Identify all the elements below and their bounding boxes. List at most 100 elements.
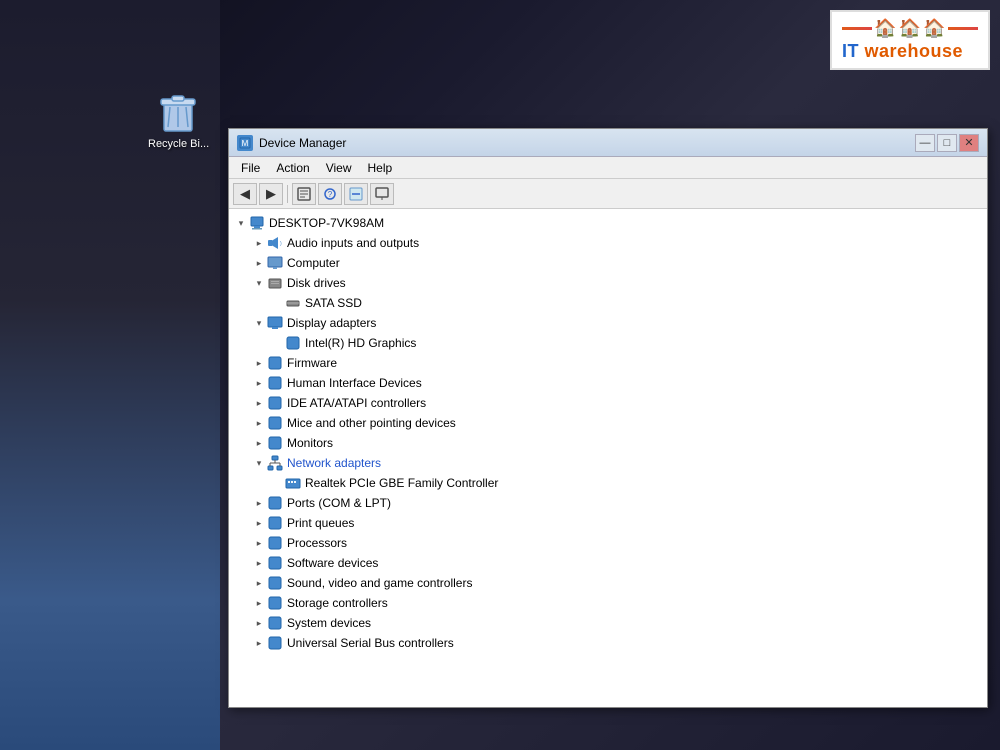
- tree-item-monitors[interactable]: ▸ Monitors: [229, 433, 987, 453]
- svg-text:M: M: [242, 139, 249, 148]
- item-icon-sata: [285, 295, 301, 311]
- tree-item-intel[interactable]: Intel(R) HD Graphics: [229, 333, 987, 353]
- tree-item-sata[interactable]: SATA SSD: [229, 293, 987, 313]
- expand-btn-software[interactable]: ▸: [251, 555, 267, 571]
- recycle-bin[interactable]: Recycle Bi...: [148, 90, 209, 150]
- expand-btn-computer[interactable]: ▸: [251, 255, 267, 271]
- toolbar: ◀ ▶ ?: [229, 179, 987, 209]
- expand-btn-root[interactable]: ▾: [233, 215, 249, 231]
- item-label-usb: Universal Serial Bus controllers: [287, 636, 454, 650]
- expand-btn-audio[interactable]: ▸: [251, 235, 267, 251]
- logo-warehouse: warehouse: [865, 41, 964, 61]
- logo-box: 🏠 🏠 🏠 IT warehouse: [830, 10, 990, 70]
- item-label-software: Software devices: [287, 556, 378, 570]
- item-label-hid: Human Interface Devices: [287, 376, 422, 390]
- monitor-button[interactable]: [370, 183, 394, 205]
- close-button[interactable]: ✕: [959, 134, 979, 152]
- maximize-button[interactable]: □: [937, 134, 957, 152]
- expand-btn-display[interactable]: ▾: [251, 315, 267, 331]
- scan-button[interactable]: [344, 183, 368, 205]
- tree-item-disk[interactable]: ▾ Disk drives: [229, 273, 987, 293]
- item-label-root: DESKTOP-7VK98AM: [269, 216, 384, 230]
- item-label-storage: Storage controllers: [287, 596, 388, 610]
- forward-button[interactable]: ▶: [259, 183, 283, 205]
- item-label-system: System devices: [287, 616, 371, 630]
- expand-btn-print[interactable]: ▸: [251, 515, 267, 531]
- tree-item-sound[interactable]: ▸Sound, video and game controllers: [229, 573, 987, 593]
- update-button[interactable]: ?: [318, 183, 342, 205]
- item-icon-network: [267, 455, 283, 471]
- expand-btn-sound[interactable]: ▸: [251, 575, 267, 591]
- expand-btn-network[interactable]: ▾: [251, 455, 267, 471]
- properties-button[interactable]: [292, 183, 316, 205]
- tree-item-storage[interactable]: ▸ Storage controllers: [229, 593, 987, 613]
- window-title: Device Manager: [259, 136, 915, 150]
- item-label-print: Print queues: [287, 516, 354, 530]
- logo-line-left: [842, 27, 872, 30]
- expand-btn-ide[interactable]: ▸: [251, 395, 267, 411]
- item-label-mice: Mice and other pointing devices: [287, 416, 456, 430]
- expand-btn-firmware[interactable]: ▸: [251, 355, 267, 371]
- item-icon-realtek: [285, 475, 301, 491]
- item-label-display: Display adapters: [287, 316, 376, 330]
- tree-item-firmware[interactable]: ▸Firmware: [229, 353, 987, 373]
- back-button[interactable]: ◀: [233, 183, 257, 205]
- logo-it: IT: [842, 41, 865, 61]
- item-icon-storage: [267, 595, 283, 611]
- item-icon-software: [267, 555, 283, 571]
- tree-item-realtek[interactable]: Realtek PCIe GBE Family Controller: [229, 473, 987, 493]
- tree-item-print[interactable]: ▸ Print queues: [229, 513, 987, 533]
- tree-item-network[interactable]: ▾Network adapters: [229, 453, 987, 473]
- expand-btn-ports[interactable]: ▸: [251, 495, 267, 511]
- tree-item-system[interactable]: ▸ System devices: [229, 613, 987, 633]
- expand-btn-realtek[interactable]: [269, 475, 285, 491]
- tree-item-ide[interactable]: ▸ IDE ATA/ATAPI controllers: [229, 393, 987, 413]
- item-label-ports: Ports (COM & LPT): [287, 496, 391, 510]
- item-label-processors: Processors: [287, 536, 347, 550]
- content-area: ▾ DESKTOP-7VK98AM ▸)Audio inputs and outpu…: [229, 209, 987, 707]
- item-icon-disk: [267, 275, 283, 291]
- expand-btn-storage[interactable]: ▸: [251, 595, 267, 611]
- item-label-ide: IDE ATA/ATAPI controllers: [287, 396, 426, 410]
- item-label-monitors: Monitors: [287, 436, 333, 450]
- expand-btn-mice[interactable]: ▸: [251, 415, 267, 431]
- tree-item-computer[interactable]: ▸Computer: [229, 253, 987, 273]
- expand-btn-hid[interactable]: ▸: [251, 375, 267, 391]
- tree-item-display[interactable]: ▾ Display adapters: [229, 313, 987, 333]
- expand-btn-intel[interactable]: [269, 335, 285, 351]
- tree-item-usb[interactable]: ▸ Universal Serial Bus controllers: [229, 633, 987, 653]
- expand-btn-system[interactable]: ▸: [251, 615, 267, 631]
- item-label-realtek: Realtek PCIe GBE Family Controller: [305, 476, 498, 490]
- item-icon-monitors: [267, 435, 283, 451]
- tree-item-software[interactable]: ▸ Software devices: [229, 553, 987, 573]
- device-tree[interactable]: ▾ DESKTOP-7VK98AM ▸)Audio inputs and outpu…: [229, 209, 987, 707]
- tree-item-root[interactable]: ▾ DESKTOP-7VK98AM: [229, 213, 987, 233]
- title-bar: M Device Manager — □ ✕: [229, 129, 987, 157]
- logo-text: IT warehouse: [842, 41, 978, 62]
- item-icon-processors: [267, 535, 283, 551]
- expand-btn-monitors[interactable]: ▸: [251, 435, 267, 451]
- expand-btn-sata[interactable]: [269, 295, 285, 311]
- menu-help[interactable]: Help: [360, 159, 401, 177]
- item-icon-root: [249, 215, 265, 231]
- item-icon-computer: [267, 255, 283, 271]
- menu-file[interactable]: File: [233, 159, 268, 177]
- expand-btn-disk[interactable]: ▾: [251, 275, 267, 291]
- item-icon-system: [267, 615, 283, 631]
- item-label-intel: Intel(R) HD Graphics: [305, 336, 416, 350]
- menu-view[interactable]: View: [318, 159, 360, 177]
- item-icon-firmware: [267, 355, 283, 371]
- item-label-disk: Disk drives: [287, 276, 346, 290]
- item-icon-mice: [267, 415, 283, 431]
- tree-item-hid[interactable]: ▸ Human Interface Devices: [229, 373, 987, 393]
- minimize-button[interactable]: —: [915, 134, 935, 152]
- expand-btn-processors[interactable]: ▸: [251, 535, 267, 551]
- menu-action[interactable]: Action: [268, 159, 317, 177]
- device-manager-window: M Device Manager — □ ✕ File Action View …: [228, 128, 988, 708]
- recycle-bin-label: Recycle Bi...: [148, 138, 209, 150]
- tree-item-ports[interactable]: ▸ Ports (COM & LPT): [229, 493, 987, 513]
- tree-item-mice[interactable]: ▸ Mice and other pointing devices: [229, 413, 987, 433]
- tree-item-audio[interactable]: ▸)Audio inputs and outputs: [229, 233, 987, 253]
- expand-btn-usb[interactable]: ▸: [251, 635, 267, 651]
- tree-item-processors[interactable]: ▸ Processors: [229, 533, 987, 553]
